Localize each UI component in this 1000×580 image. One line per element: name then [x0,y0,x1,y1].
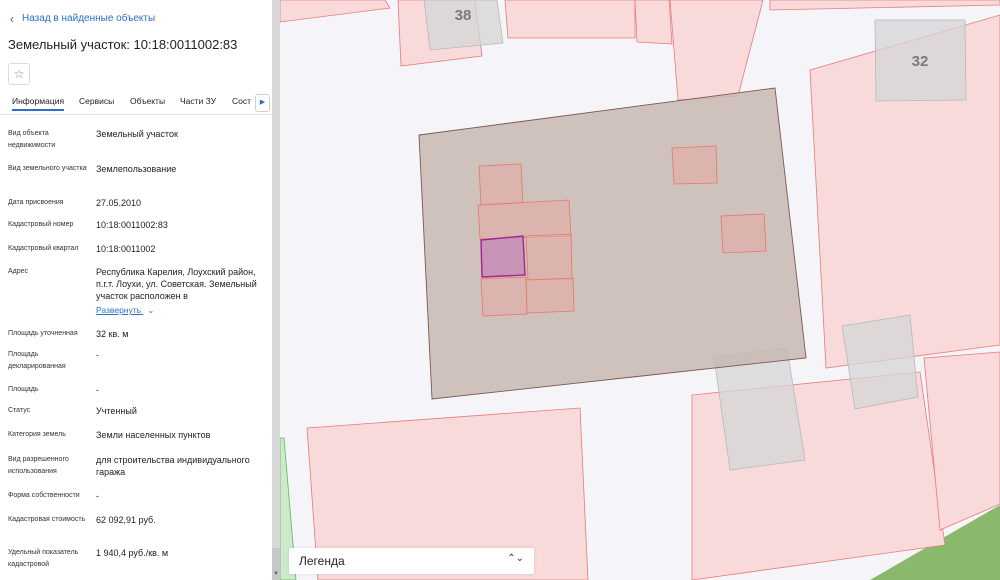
attr-label: Кадастровая стоимость [8,516,86,523]
cadastral-map[interactable]: 38 32 [280,0,1000,580]
inner-parcel [525,233,573,281]
inner-parcel [477,199,572,240]
chevron-left-icon: ‹ [10,11,14,26]
attr-value: Земельный участок [96,129,178,139]
attr-label: Площадь декларированная [8,351,66,370]
attr-value: Земли населенных пунктов [96,430,211,440]
attr-value: Учтенный [96,406,137,416]
chevron-right-icon[interactable]: ▶ [255,94,270,112]
tab-composition[interactable]: Сост [232,96,254,106]
parcel-label-38: 38 [455,7,472,24]
attr-value: для строительства индивидуального гаража [96,455,250,477]
scrollbar-thumb[interactable] [272,0,280,548]
attr-label: Вид разрешенного использования [8,456,69,475]
legend-dropdown[interactable]: Легенда ⌃⌄ [289,548,534,574]
attr-label: Площадь уточненная [8,330,78,337]
expand-collapse-icon: ⌃⌄ [507,553,524,564]
expand-address-link[interactable]: Развернуть ⌄ [96,305,154,315]
attr-label: Кадастровый номер [8,221,74,228]
star-icon[interactable]: ☆ [8,63,30,85]
parcel-label-32: 32 [912,53,929,70]
attr-value: 27.05.2010 [96,198,142,208]
attr-value: Землепользование [96,164,177,174]
attr-value: 62 092,91 руб. [96,515,156,525]
panel-scrollbar[interactable]: ▼ [272,0,280,580]
parcel [634,0,673,45]
attr-value: 1 940,4 руб./кв. м [96,548,169,558]
attr-value: - [96,350,99,360]
attr-label: Категория земель [8,431,66,438]
back-link-label: Назад в найденные объекты [22,13,156,24]
address-value: Республика Карелия, Лоухский район, п.г.… [96,267,257,301]
inner-parcel [671,145,718,185]
attr-label: Дата присвоения [8,199,64,206]
attr-value: - [96,491,99,501]
attr-value: - [96,385,99,395]
inner-parcel [478,163,524,206]
attr-label: Вид земельного участка [8,165,87,172]
legend-label: Легенда [299,554,345,568]
attr-value: 10:18:0011002 [96,244,156,254]
tab-bar: Информация Сервисы Объекты Части ЗУ Сост… [0,94,272,115]
chevron-down-icon: ⌄ [147,306,155,315]
tab-services[interactable]: Сервисы [79,96,114,106]
tab-parts[interactable]: Части ЗУ [180,96,216,106]
attr-label: Форма собственности [8,492,80,499]
inner-parcel [525,277,575,314]
selected-parcel[interactable] [480,235,526,278]
building [841,314,919,410]
back-link[interactable]: ‹ Назад в найденные объекты [10,11,156,26]
scroll-down-icon[interactable]: ▼ [272,568,280,580]
attr-label: Вид объекта недвижимости [8,130,56,149]
attr-value: 10:18:0011002:83 [96,220,168,230]
tab-objects[interactable]: Объекты [130,96,165,106]
attr-label: Адрес [8,268,29,275]
expand-label: Развернуть [96,305,142,315]
parcel [504,0,636,39]
attr-label: Удельный показатель кадастровой [8,549,79,568]
attr-label: Кадастровый квартал [8,245,79,252]
info-panel: ‹ Назад в найденные объекты Земельный уч… [0,0,272,580]
tab-info[interactable]: Информация [12,96,65,111]
inner-parcel [720,213,767,254]
attr-label: Статус [8,407,31,414]
page-title: Земельный участок: 10:18:0011002:83 [8,37,238,52]
inner-parcel [480,276,528,317]
attr-value: 32 кв. м [96,329,129,339]
attr-label: Площадь [8,386,39,393]
